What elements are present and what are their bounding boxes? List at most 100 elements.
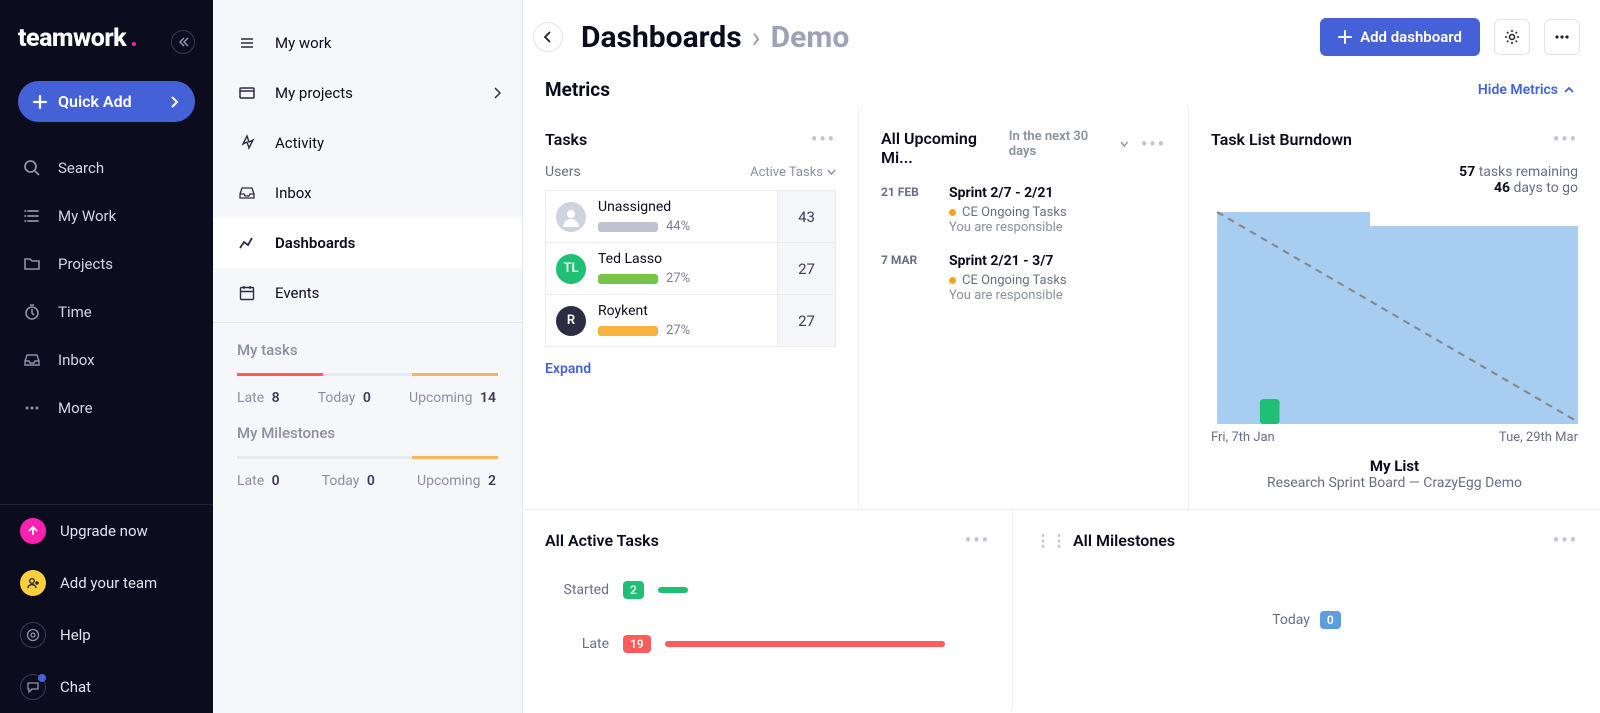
sidebar-footer: Upgrade now Add your team Help Chat: [0, 504, 213, 713]
avatar: R: [556, 306, 586, 336]
expand-link[interactable]: Expand: [545, 361, 836, 377]
milestones-range-dropdown[interactable]: In the next 30 days: [1009, 129, 1129, 159]
task-count: 27: [777, 243, 835, 294]
primary-nav: Search My Work Projects Time Inbox More: [0, 144, 213, 432]
burndown-card-more[interactable]: •••: [1553, 129, 1578, 150]
burndown-list-subtitle: Research Sprint Board — CrazyEgg Demo: [1211, 475, 1578, 491]
sub-nav-my-work[interactable]: My work: [213, 18, 522, 68]
plus-icon: [32, 94, 48, 110]
hide-metrics-toggle[interactable]: Hide Metrics: [1478, 82, 1574, 98]
help-button[interactable]: Help: [0, 609, 213, 661]
chevron-right-icon: [493, 87, 502, 99]
burndown-title: Task List Burndown: [1211, 130, 1352, 149]
horizontal-bar: [658, 587, 688, 593]
burndown-x-axis: Fri, 7th Jan Tue, 29th Mar: [1211, 430, 1578, 445]
active-tasks-dropdown[interactable]: Active Tasks: [750, 165, 836, 180]
nav-inbox[interactable]: Inbox: [0, 336, 213, 384]
user-name: Roykent: [598, 303, 690, 319]
add-dashboard-button[interactable]: Add dashboard: [1320, 18, 1480, 56]
milestone-note: You are responsible: [949, 288, 1166, 303]
user-pct: 27%: [666, 271, 690, 286]
chevron-up-icon: [1564, 86, 1574, 94]
today-row: Today 0: [1035, 611, 1578, 629]
count-badge: 2: [623, 581, 644, 599]
folder-icon: [22, 254, 42, 274]
nav-projects[interactable]: Projects: [0, 240, 213, 288]
users-label: Users: [545, 164, 581, 180]
back-button[interactable]: [533, 22, 563, 52]
metrics-cards: Tasks••• Users Active Tasks Unassigned44…: [523, 107, 1600, 510]
add-team-icon: [20, 570, 46, 596]
quick-add-button[interactable]: Quick Add: [18, 81, 195, 122]
user-name: Ted Lasso: [598, 251, 690, 267]
my-tasks-widget: My tasks Late 8Today 0Upcoming 14: [213, 323, 522, 406]
settings-button[interactable]: [1494, 19, 1530, 55]
my-tasks-bar: [237, 373, 498, 376]
active-task-row: Started2: [545, 581, 990, 599]
active-tasks-more[interactable]: •••: [965, 530, 990, 551]
chat-button[interactable]: Chat: [0, 661, 213, 713]
count-badge: 19: [623, 635, 651, 653]
milestone-row[interactable]: 21 FEBSprint 2/7 - 2/21CE Ongoing TasksY…: [881, 185, 1166, 235]
upcoming-milestones-card: All Upcoming Mi... In the next 30 days •…: [859, 107, 1189, 509]
main-content: Dashboards › Demo Add dashboard Metrics …: [523, 0, 1600, 713]
sub-nav-events[interactable]: Events: [213, 268, 522, 318]
bottom-cards: All Active Tasks••• Started2Late19 ⋮⋮All…: [523, 510, 1600, 709]
active-tasks-title: All Active Tasks: [545, 531, 659, 550]
task-count: 27: [777, 295, 835, 346]
user-row[interactable]: TLTed Lasso27%27: [545, 242, 836, 295]
user-bar: [598, 274, 658, 284]
my-work-icon: [237, 33, 257, 53]
sub-nav-dashboards[interactable]: Dashboards: [213, 218, 522, 268]
metrics-bar: Metrics Hide Metrics: [523, 68, 1600, 107]
all-milestones-more[interactable]: •••: [1553, 530, 1578, 551]
user-row[interactable]: Unassigned44%43: [545, 190, 836, 243]
sub-nav-my-projects[interactable]: My projects: [213, 68, 522, 118]
list-icon: [22, 206, 42, 226]
burndown-card: Task List Burndown••• 57 tasks remaining…: [1189, 107, 1600, 509]
chat-icon: [20, 674, 46, 700]
nav-time[interactable]: Time: [0, 288, 213, 336]
milestone-note: You are responsible: [949, 220, 1166, 235]
nav-search[interactable]: Search: [0, 144, 213, 192]
activity-icon: [237, 133, 257, 153]
upgrade-icon: [20, 518, 46, 544]
upgrade-now-button[interactable]: Upgrade now: [0, 505, 213, 557]
inbox-icon: [237, 183, 257, 203]
calendar-icon: [237, 283, 257, 303]
row-label: Late: [545, 636, 609, 652]
more-options-button[interactable]: [1544, 19, 1580, 55]
collapse-sidebar-button[interactable]: [171, 30, 195, 54]
sub-nav-inbox[interactable]: Inbox: [213, 168, 522, 218]
search-icon: [22, 158, 42, 178]
user-pct: 44%: [666, 219, 690, 234]
header: Dashboards › Demo Add dashboard: [523, 0, 1600, 68]
user-name: Unassigned: [598, 199, 690, 215]
breadcrumb-current: Demo: [771, 20, 850, 55]
my-milestones-stats: Late 0Today 0Upcoming 2: [237, 473, 498, 489]
my-tasks-title: My tasks: [237, 341, 498, 359]
user-row[interactable]: RRoykent27%27: [545, 294, 836, 347]
breadcrumb-root[interactable]: Dashboards: [581, 20, 742, 55]
avatar: [556, 202, 586, 232]
drag-handle-icon[interactable]: ⋮⋮: [1035, 531, 1067, 550]
milestone-row[interactable]: 7 MARSprint 2/21 - 3/7CE Ongoing TasksYo…: [881, 253, 1166, 303]
more-horizontal-icon: [22, 398, 42, 418]
primary-sidebar: teamwork. Quick Add Search My Work Proje…: [0, 0, 213, 713]
today-count-badge: 0: [1320, 611, 1341, 629]
milestones-card-more[interactable]: •••: [1141, 134, 1166, 155]
projects-icon: [237, 83, 257, 103]
tasks-card-more[interactable]: •••: [811, 129, 836, 150]
add-team-button[interactable]: Add your team: [0, 557, 213, 609]
my-tasks-stats: Late 8Today 0Upcoming 14: [237, 390, 498, 406]
help-icon: [20, 622, 46, 648]
nav-more[interactable]: More: [0, 384, 213, 432]
milestone-title: Sprint 2/7 - 2/21: [949, 185, 1166, 201]
plus-icon: [1338, 30, 1352, 44]
breadcrumb-separator: ›: [752, 20, 761, 55]
upcoming-milestones-title: All Upcoming Mi...: [881, 129, 1009, 167]
horizontal-bar: [665, 641, 945, 647]
nav-my-work[interactable]: My Work: [0, 192, 213, 240]
sub-nav-activity[interactable]: Activity: [213, 118, 522, 168]
gear-icon: [1503, 28, 1521, 46]
